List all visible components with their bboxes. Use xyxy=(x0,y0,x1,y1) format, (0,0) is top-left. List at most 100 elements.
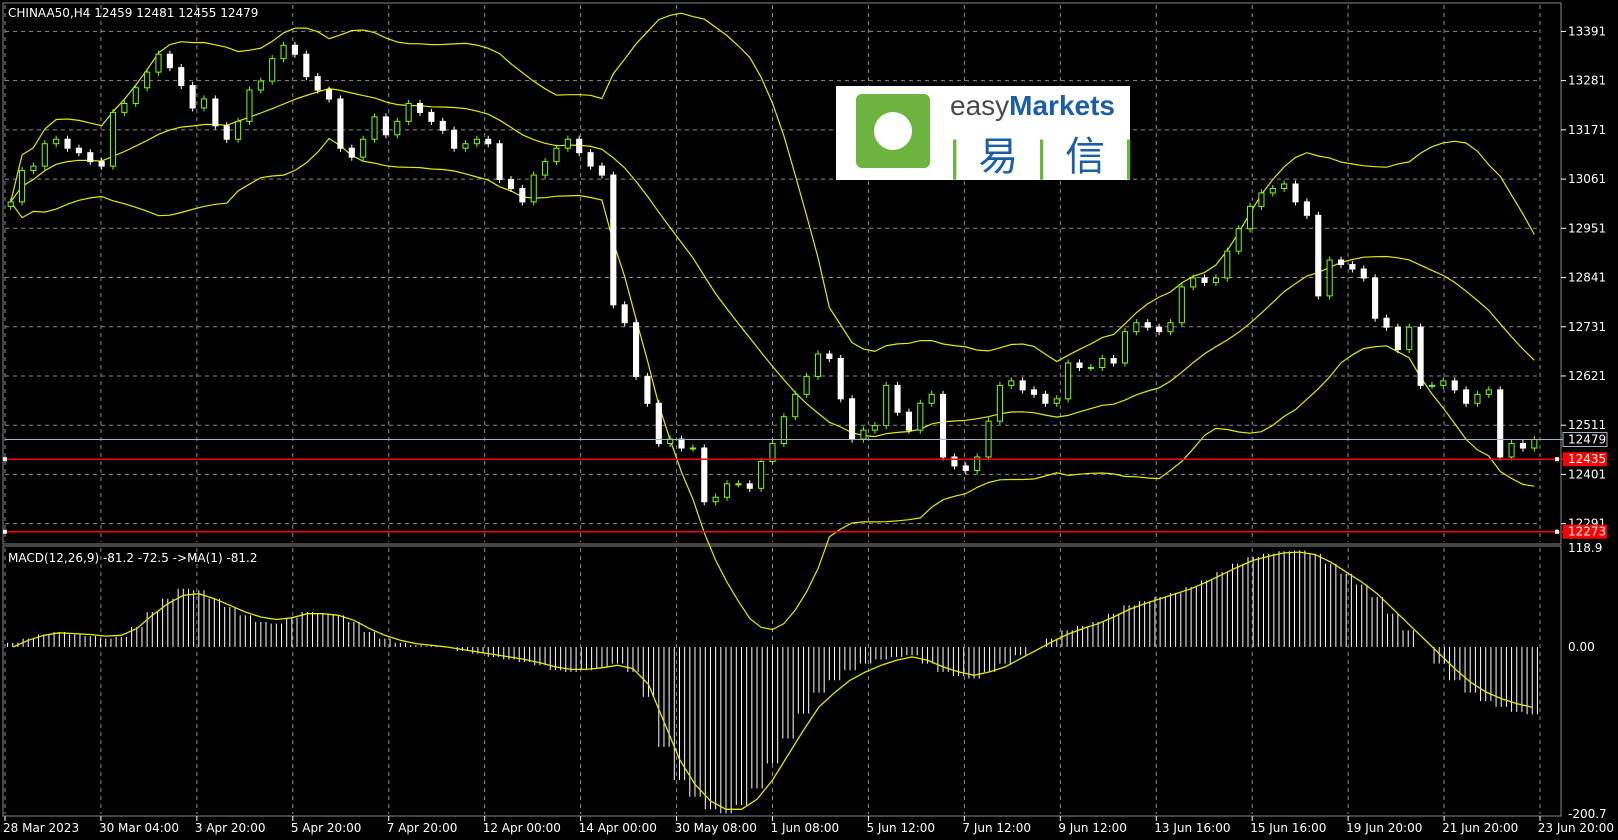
candle-bull xyxy=(1531,439,1538,449)
level-handle-right xyxy=(1555,457,1559,462)
candle-bull xyxy=(814,353,822,377)
candle-bull xyxy=(371,116,378,140)
logo-separator-right: | xyxy=(1121,134,1138,180)
easymarkets-logo: easyMarkets | 易 | 信 | xyxy=(836,86,1135,180)
time-tick-label: 3 Apr 20:00 xyxy=(195,821,266,835)
time-tick-label: 5 Apr 20:00 xyxy=(291,821,362,835)
trading-chart[interactable]: 13391 13281 13171 13061 12951 12841 12731 12621… xyxy=(0,0,1618,840)
level-handle-right xyxy=(1555,529,1559,534)
candle-bear xyxy=(1315,214,1322,297)
candle-bear xyxy=(178,67,185,87)
logo-separator-mid: | xyxy=(1034,134,1051,180)
candle-bull xyxy=(1474,393,1481,404)
candle-bear xyxy=(826,353,833,360)
candle-bear xyxy=(644,375,651,404)
candle-bear xyxy=(1349,264,1356,270)
candle-bull xyxy=(1121,331,1129,364)
time-tick-label: 23 Jun 20:00 xyxy=(1538,821,1614,835)
price-tick-label: 12621 xyxy=(1568,369,1606,383)
candle-bear xyxy=(337,98,344,149)
candle-bull xyxy=(996,384,1003,422)
candle-bear xyxy=(894,384,901,413)
level-handle-left xyxy=(3,529,7,534)
logo-brand: easyMarkets xyxy=(950,90,1115,122)
candle-bear xyxy=(655,402,662,445)
candle-bear xyxy=(939,393,947,458)
candle-bull xyxy=(883,384,890,427)
candle-bear xyxy=(166,53,173,69)
logo-icon xyxy=(856,94,930,168)
candle-bull xyxy=(1440,380,1447,386)
candle-bear xyxy=(291,44,299,55)
candle-bear xyxy=(621,304,628,324)
candle-bear xyxy=(701,447,708,503)
candle-bear xyxy=(1383,317,1390,328)
candle-bull xyxy=(871,425,878,431)
candle-bull xyxy=(1326,259,1333,297)
candle-bull xyxy=(155,53,162,73)
candle-bull xyxy=(712,496,719,503)
candle-bull xyxy=(1258,192,1265,207)
candle-bear xyxy=(189,85,196,109)
candle-bear xyxy=(1463,389,1470,404)
candle-bear xyxy=(223,125,230,140)
candle-bear xyxy=(428,111,435,122)
candle-bull xyxy=(860,429,867,440)
price-tick-label: 13391 xyxy=(1568,24,1606,38)
candle-bull xyxy=(200,98,208,109)
symbol-header: CHINAA50,H4 12459 12481 12455 12479 xyxy=(8,6,258,20)
candle-bear xyxy=(325,89,333,100)
logo-separator-left: | xyxy=(948,134,964,180)
candle-bear xyxy=(1451,380,1458,391)
candle-bear xyxy=(1360,268,1367,279)
candle-bull xyxy=(928,393,935,404)
candle-bear xyxy=(451,129,458,149)
price-tick-label: 12511 xyxy=(1568,418,1606,432)
candle-bear xyxy=(632,322,640,377)
time-tick-label: 28 Mar 2023 xyxy=(3,821,79,835)
candle-bear xyxy=(75,147,82,154)
candle-bull xyxy=(803,375,810,395)
candle-bull xyxy=(564,138,571,149)
candle-bear xyxy=(598,165,606,176)
candle-bear xyxy=(87,152,94,163)
level-price-label: 12273 xyxy=(1568,525,1606,539)
candle-bear xyxy=(496,143,503,181)
candle-bull xyxy=(41,143,48,167)
candle-bear xyxy=(951,456,958,467)
time-tick-label: 7 Jun 12:00 xyxy=(962,821,1031,835)
candle-bear xyxy=(905,411,913,431)
candle-bear xyxy=(348,147,355,158)
candle-bear xyxy=(849,398,856,440)
candle-bear xyxy=(1156,326,1163,333)
candle-bear xyxy=(1201,277,1208,283)
candle-bull xyxy=(1099,358,1106,368)
candle-bear xyxy=(485,138,492,145)
time-tick-label: 12 Apr 00:00 xyxy=(483,821,561,835)
candle-bear xyxy=(1076,362,1083,368)
candle-bull xyxy=(1190,277,1197,288)
candle-bull xyxy=(257,80,264,91)
candle-bull xyxy=(1212,277,1220,283)
chart-background xyxy=(0,0,1618,840)
candle-bull xyxy=(723,483,731,498)
price-tick-label: 13171 xyxy=(1568,123,1606,137)
candle-bull xyxy=(1269,187,1276,194)
candle-bull xyxy=(53,138,60,145)
candle-bear xyxy=(1019,380,1026,391)
logo-brand-suffix: Markets xyxy=(1009,90,1115,121)
price-tick-label: 13281 xyxy=(1568,74,1606,88)
candle-bull xyxy=(473,138,480,145)
candle-bull xyxy=(917,402,924,431)
candle-bull xyxy=(1406,326,1413,351)
candle-bull xyxy=(405,102,412,122)
candle-bear xyxy=(1144,322,1151,328)
candle-bear xyxy=(212,98,219,127)
candle-bull xyxy=(280,44,287,60)
price-tick-label: 12731 xyxy=(1568,320,1606,334)
candle-bear xyxy=(587,152,594,167)
price-tick-label: 12951 xyxy=(1568,221,1606,235)
candle-bull xyxy=(7,201,14,207)
candle-bear xyxy=(1372,277,1379,319)
candle-bull xyxy=(1065,362,1072,400)
